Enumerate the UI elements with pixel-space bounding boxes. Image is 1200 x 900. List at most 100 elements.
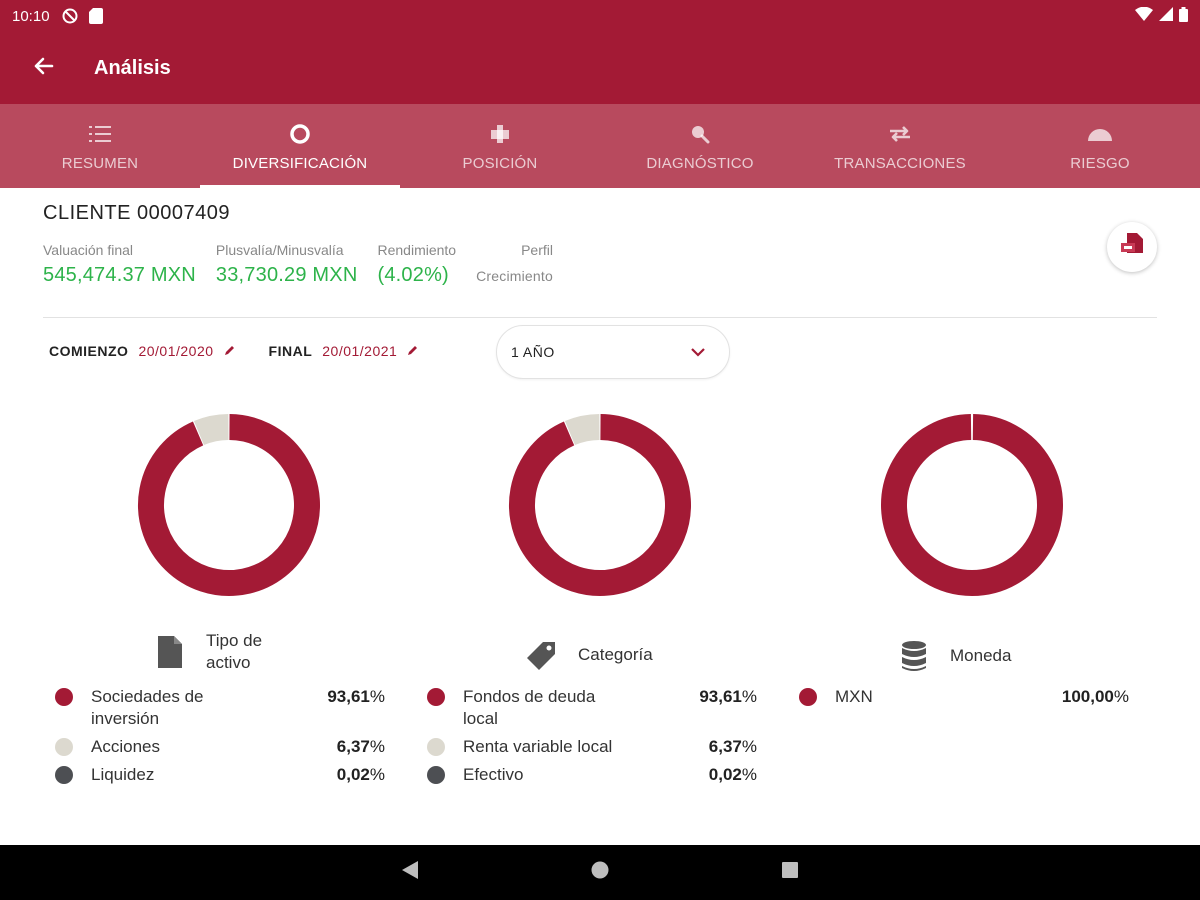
signal-icon [1159,7,1173,25]
tab-label: TRANSACCIONES [834,154,966,172]
tab-transacciones[interactable]: TRANSACCIONES [800,104,1000,188]
metric-value: (4.02%) [377,264,449,286]
metric-rendimiento: Rendimiento (4.02%) [377,242,456,287]
chart-title: Moneda [950,646,1012,665]
donut-chart [881,414,1063,596]
legend-dot [427,688,445,706]
period-dropdown[interactable]: 1 AÑO [496,325,730,379]
pencil-icon [407,343,418,359]
document-icon [150,636,190,668]
legend-number: 100,00 [1061,687,1114,706]
legend-label: Sociedades de inversión [91,686,301,730]
date-range: COMIENZO 20/01/2020 FINAL 20/01/2021 [49,343,452,359]
legend-number: 6,37 [336,737,370,756]
metric-plusvalia: Plusvalía/Minusvalía 33,730.29 MXN [216,242,358,287]
legend-item: Fondos de deuda local 93,61% [427,686,757,730]
donut-slice-1 [138,414,320,596]
end-date-label: FINAL [268,343,313,359]
tab-diagnostico[interactable]: DIAGNÓSTICO [600,104,800,188]
legend-item: Acciones 6,37% [55,736,385,758]
legend-label: Acciones [91,737,160,756]
donut-slice-2 [564,414,600,446]
legend-value: 6,37% [708,737,757,756]
status-time: 10:10 [12,7,50,25]
metric-value: Crecimiento [476,268,553,284]
end-date-picker[interactable]: FINAL 20/01/2021 [269,343,419,359]
legend-dot [427,766,445,784]
legend-dot [799,688,817,706]
client-title: CLIENTE 00007409 [43,202,231,224]
back-button[interactable] [0,32,86,104]
legend-number: 0,02 [708,765,742,784]
legend-item: Renta variable local 6,37% [427,736,757,758]
legend-value: 0,02% [708,765,757,784]
system-nav-bar [0,845,1200,900]
tab-label: DIVERSIFICACIÓN [232,154,368,172]
nav-back-button[interactable] [315,845,505,900]
chart-title-line: activo [206,653,251,672]
nav-home-button[interactable] [505,845,695,900]
chart-legend: Sociedades de inversión 93,61% Acciones 6… [55,686,385,792]
metric-value: 545,474.37 MXN [43,264,196,286]
tab-riesgo[interactable]: RIESGO [1000,104,1200,188]
legend-number: 93,61 [699,687,742,706]
donut-chart [138,414,320,596]
tab-resumen[interactable]: RESUMEN [0,104,200,188]
page-title: Análisis [94,56,171,79]
legend-item: Liquidez 0,02% [55,764,385,786]
metric-label: Plusvalía/Minusvalía [215,242,344,258]
arrow-left-icon [32,55,54,82]
legend-label: Renta variable local [463,737,613,756]
metric-label: Valuación final [43,242,134,258]
legend-number: 6,37 [708,737,742,756]
magnifier-icon [690,121,710,147]
nav-recents-button[interactable] [695,845,885,900]
legend-value: 93,61% [699,687,757,706]
chevron-down-icon [691,347,705,357]
tab-label: POSICIÓN [462,154,538,172]
legend-value: 100,00% [1061,687,1129,706]
legend-dot [427,738,445,756]
start-date-value: 20/01/2020 [138,343,214,359]
tab-posicion[interactable]: POSICIÓN [400,104,600,188]
legend-value: 6,37% [336,737,385,756]
legend-dot [55,766,73,784]
export-pdf-button[interactable] [1107,222,1157,272]
donut-slice-1 [509,414,691,596]
tab-label: DIAGNÓSTICO [646,154,754,172]
legend-item: Efectivo 0,02% [427,764,757,786]
metric-value: 33,730.29 MXN [215,264,358,286]
chart-title: Tipo de activo [206,630,262,674]
database-icon [894,640,934,672]
donut-icon [289,121,311,147]
pdf-file-icon [1121,232,1143,262]
chart-title-line: Tipo de [206,631,263,650]
metric-label: Perfil [521,242,553,258]
chart-header: Tipo de activo [150,630,262,674]
tab-diversificacion[interactable]: DIVERSIFICACIÓN [200,104,400,188]
period-value: 1 AÑO [511,344,555,360]
sd-card-icon [88,8,104,24]
triangle-back-icon [402,861,418,884]
donut-slice-1 [881,414,1063,596]
donut-chart [509,414,691,596]
legend-number: 0,02 [336,765,370,784]
legend-label: Efectivo [463,765,524,784]
start-date-picker[interactable]: COMIENZO 20/01/2020 [49,343,235,359]
legend-number: 93,61 [327,687,370,706]
chart-header: Moneda [894,640,1011,672]
circle-home-icon [591,861,609,884]
chart-title: Categoría [578,645,653,664]
legend-label-line: Sociedades de [91,687,204,706]
chart-header: Categoría [522,640,653,670]
divider [43,317,1157,318]
legend-label: Fondos de deuda local [463,686,673,730]
pencil-icon [224,343,235,359]
legend-label-line: Fondos de deuda [463,687,596,706]
battery-icon [1179,6,1188,26]
square-recents-icon [782,862,798,883]
start-date-label: COMIENZO [49,343,129,359]
tag-icon [522,640,562,670]
tab-bar: RESUMEN DIVERSIFICACIÓN POSICIÓN DIAGNÓS… [0,104,1200,188]
gauge-icon [1088,121,1112,147]
